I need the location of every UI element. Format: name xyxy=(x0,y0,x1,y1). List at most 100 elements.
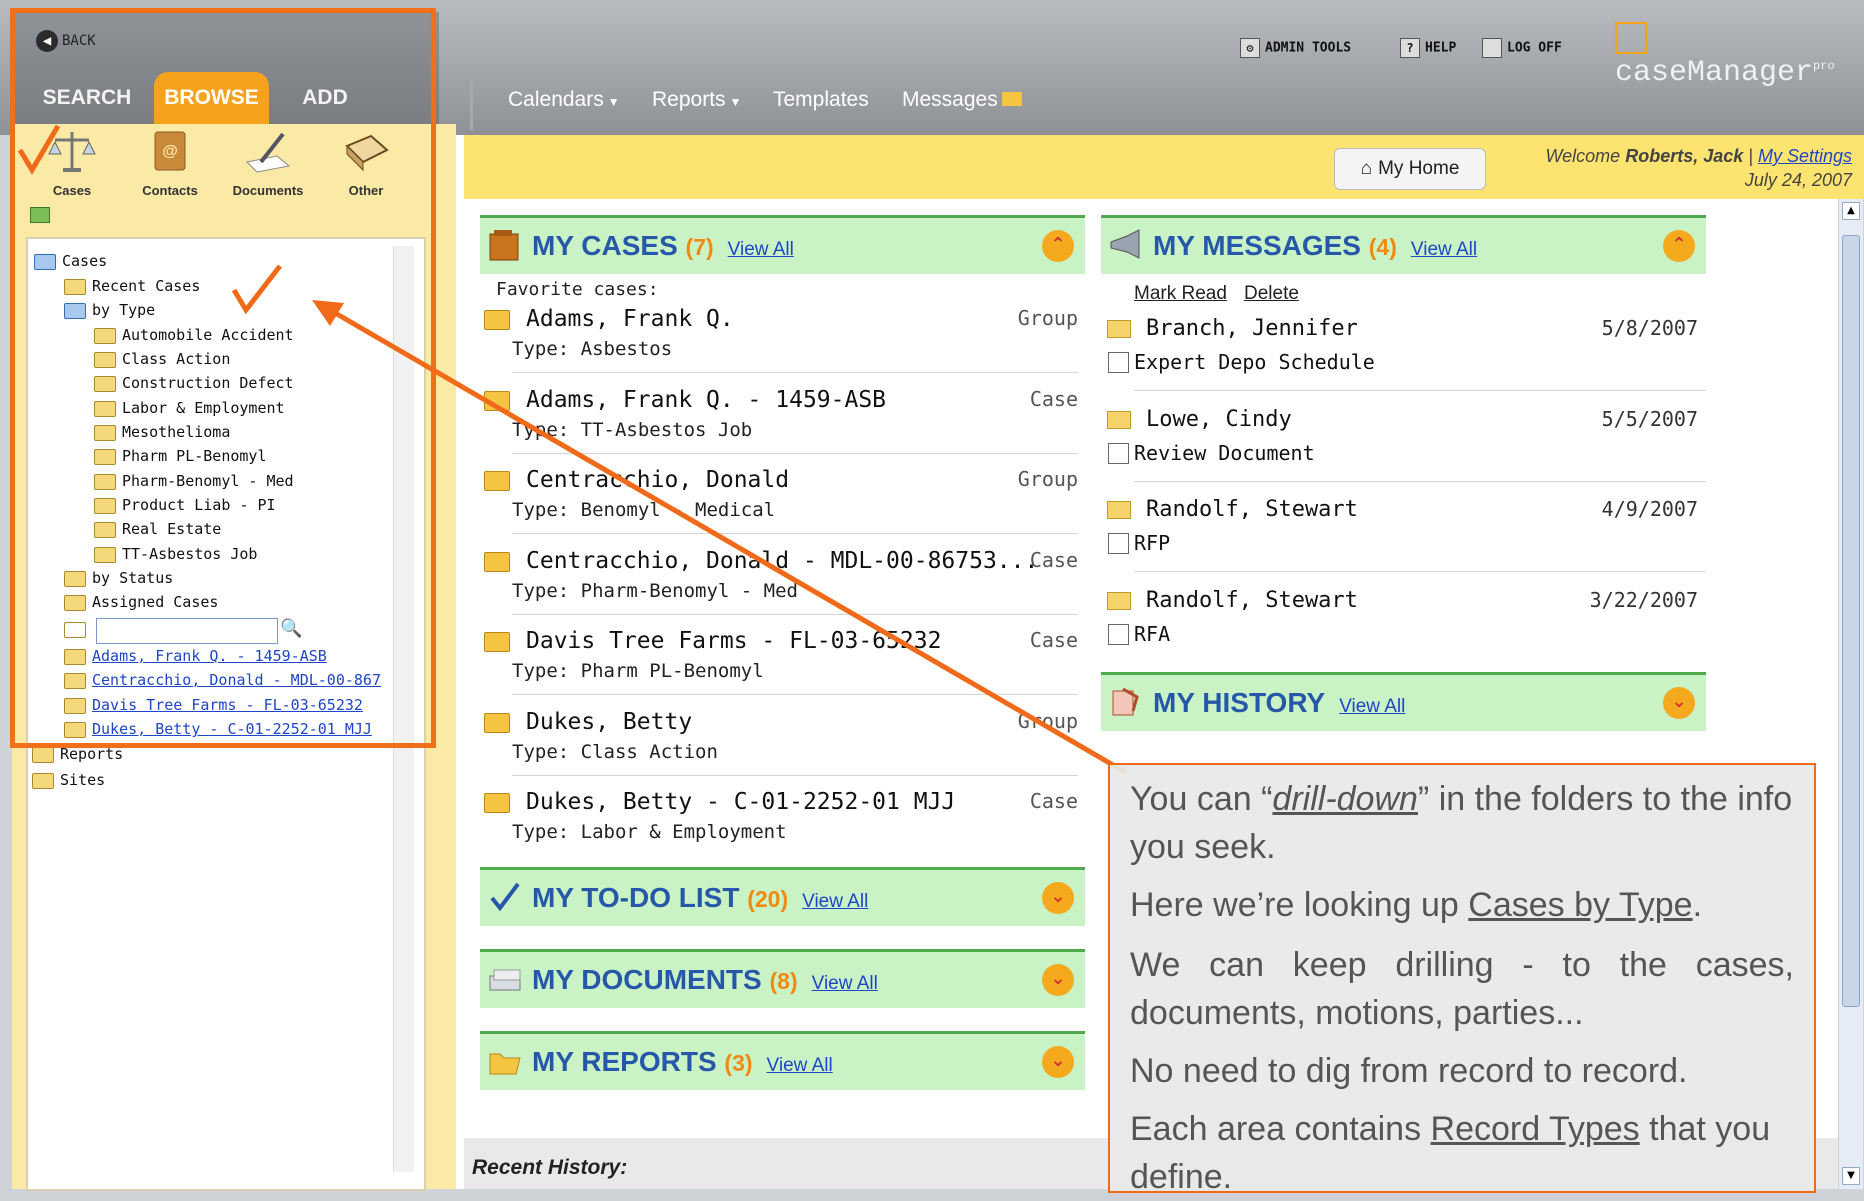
favorite-folder-icon xyxy=(484,793,510,813)
my-home-button[interactable]: ⌂ My Home xyxy=(1334,148,1486,190)
cases-view-all-link[interactable]: View All xyxy=(728,239,794,260)
chevron-down-icon: ▼ xyxy=(607,95,620,109)
main-scrollbar[interactable]: ▲ ▼ xyxy=(1838,199,1863,1189)
recent-history-label: Recent History: xyxy=(472,1156,628,1179)
callout-paragraph: Here we’re looking up Cases by Type. xyxy=(1130,886,1703,924)
case-type: Type: Benomyl - Medical xyxy=(512,499,776,521)
help-link[interactable]: ? HELP xyxy=(1400,38,1456,58)
row-divider xyxy=(512,452,1078,454)
documents-icon xyxy=(489,969,521,991)
favorite-folder-icon xyxy=(484,632,510,652)
callout-paragraph: Each area contains Record Types that you… xyxy=(1130,1110,1771,1196)
scroll-down-icon[interactable]: ▼ xyxy=(1842,1167,1860,1185)
gear-icon: ⚙ xyxy=(1240,38,1260,58)
case-name[interactable]: Adams, Frank Q. xyxy=(526,306,734,332)
menu-reports[interactable]: Reports ▼ xyxy=(652,88,741,112)
message-checkbox[interactable] xyxy=(1108,533,1129,554)
briefcase-icon xyxy=(489,230,519,261)
message-checkbox[interactable] xyxy=(1108,442,1129,464)
case-kind: Group xyxy=(1017,306,1078,330)
favorite-folder-icon xyxy=(484,310,510,330)
callout-paragraph: No need to dig from record to record. xyxy=(1130,1052,1688,1090)
expand-icon[interactable]: ⌄ xyxy=(1663,687,1695,719)
case-type: Type: Pharm PL-Benomyl xyxy=(512,660,764,682)
case-name[interactable]: Centracchio, Donald xyxy=(526,467,789,493)
admin-tools-link[interactable]: ⚙ ADMIN TOOLS xyxy=(1240,38,1351,58)
tree-root-sites[interactable]: Sites xyxy=(32,771,105,789)
reports-view-all-link[interactable]: View All xyxy=(767,1055,833,1076)
chevron-down-icon: ▼ xyxy=(729,95,742,109)
case-name[interactable]: Adams, Frank Q. - 1459-ASB xyxy=(526,387,886,413)
my-cases-header: MY CASES (7) View All ⌃ xyxy=(480,215,1085,274)
highlight-frame xyxy=(10,8,436,748)
envelope-icon xyxy=(1107,320,1131,338)
case-type: Type: Class Action xyxy=(512,740,718,763)
callout-paragraph: We can keep drilling - to the cases, doc… xyxy=(1130,946,1794,1032)
documents-view-all-link[interactable]: View All xyxy=(812,973,878,994)
collapse-icon[interactable]: ⌃ xyxy=(1663,230,1695,262)
case-kind: Group xyxy=(1017,708,1078,733)
reports-header: MY REPORTS (3) View All ⌄ xyxy=(480,1031,1085,1090)
menu-templates[interactable]: Templates xyxy=(773,88,869,112)
message-checkbox[interactable] xyxy=(1108,623,1129,645)
case-kind: Group xyxy=(1017,467,1078,491)
todo-view-all-link[interactable]: View All xyxy=(802,891,868,912)
message-from[interactable]: Randolf, Stewart xyxy=(1146,588,1358,613)
case-name[interactable]: Centracchio, Donald - MDL-00-86753... xyxy=(526,548,1038,574)
case-kind: Case xyxy=(1029,386,1078,411)
history-view-all-link[interactable]: View All xyxy=(1339,696,1405,717)
folder-icon xyxy=(32,746,54,763)
case-name[interactable]: Davis Tree Farms - FL-03-65232 xyxy=(526,628,941,654)
message-from[interactable]: Branch, Jennifer xyxy=(1146,316,1358,341)
todo-header: MY TO-DO LIST (20) View All ⌄ xyxy=(480,867,1085,926)
my-history-header: MY HISTORY View All ⌄ xyxy=(1101,672,1706,731)
case-name[interactable]: Dukes, Betty xyxy=(526,709,692,735)
message-checkbox[interactable] xyxy=(1108,352,1129,373)
row-divider xyxy=(512,774,1078,776)
scroll-thumb[interactable] xyxy=(1842,235,1860,1007)
message-subject[interactable]: RFA xyxy=(1134,622,1170,646)
app-logo: caseManagerpro xyxy=(1615,22,1864,90)
messages-view-all-link[interactable]: View All xyxy=(1411,239,1477,260)
message-subject[interactable]: RFP xyxy=(1134,531,1170,555)
delete-button[interactable]: Delete xyxy=(1244,283,1299,305)
message-from[interactable]: Randolf, Stewart xyxy=(1146,497,1358,522)
message-date: 4/9/2007 xyxy=(1601,497,1698,521)
collapse-icon[interactable]: ⌃ xyxy=(1042,230,1074,262)
message-from[interactable]: Lowe, Cindy xyxy=(1146,407,1292,432)
message-subject[interactable]: Review Document xyxy=(1134,441,1315,465)
logo-icon xyxy=(1615,22,1647,55)
mark-read-button[interactable]: Mark Read xyxy=(1134,283,1227,305)
envelope-icon xyxy=(1107,410,1131,429)
row-divider xyxy=(512,372,1078,373)
case-type: Type: Asbestos xyxy=(512,338,673,360)
favorite-folder-icon xyxy=(484,471,510,491)
menu-messages[interactable]: Messages xyxy=(902,88,1022,112)
favorite-folder-icon xyxy=(484,390,510,411)
tip-callout: You can “drill-down” in the folders to t… xyxy=(1108,763,1816,1196)
envelope-icon xyxy=(1001,92,1022,106)
my-settings-link[interactable]: My Settings xyxy=(1758,146,1852,166)
row-divider xyxy=(1134,480,1706,482)
expand-icon[interactable]: ⌄ xyxy=(1042,964,1074,996)
case-kind: Case xyxy=(1029,547,1078,572)
folder-icon xyxy=(32,772,54,789)
case-type: Type: TT-Asbestos Job xyxy=(512,418,753,441)
log-off-link[interactable]: LOG OFF xyxy=(1482,38,1562,58)
my-messages-header: MY MESSAGES (4) View All ⌃ xyxy=(1101,215,1706,274)
case-kind: Case xyxy=(1029,628,1078,652)
home-icon: ⌂ xyxy=(1360,158,1373,179)
reports-folder-icon xyxy=(489,1053,521,1075)
message-subject[interactable]: Expert Depo Schedule xyxy=(1134,350,1375,374)
scroll-up-icon[interactable]: ▲ xyxy=(1842,202,1860,220)
case-name[interactable]: Dukes, Betty - C-01-2252-01 MJJ xyxy=(526,789,955,815)
menu-calendars[interactable]: Calendars ▼ xyxy=(508,88,620,112)
welcome-text: Welcome Roberts, Jack | My Settings July… xyxy=(1545,146,1853,190)
expand-icon[interactable]: ⌄ xyxy=(1042,882,1074,914)
row-divider xyxy=(512,533,1078,534)
row-divider xyxy=(512,694,1078,695)
case-type: Type: Labor & Employment xyxy=(512,821,787,843)
envelope-icon xyxy=(1107,591,1131,610)
favorite-folder-icon xyxy=(484,551,510,572)
expand-icon[interactable]: ⌄ xyxy=(1042,1046,1074,1078)
